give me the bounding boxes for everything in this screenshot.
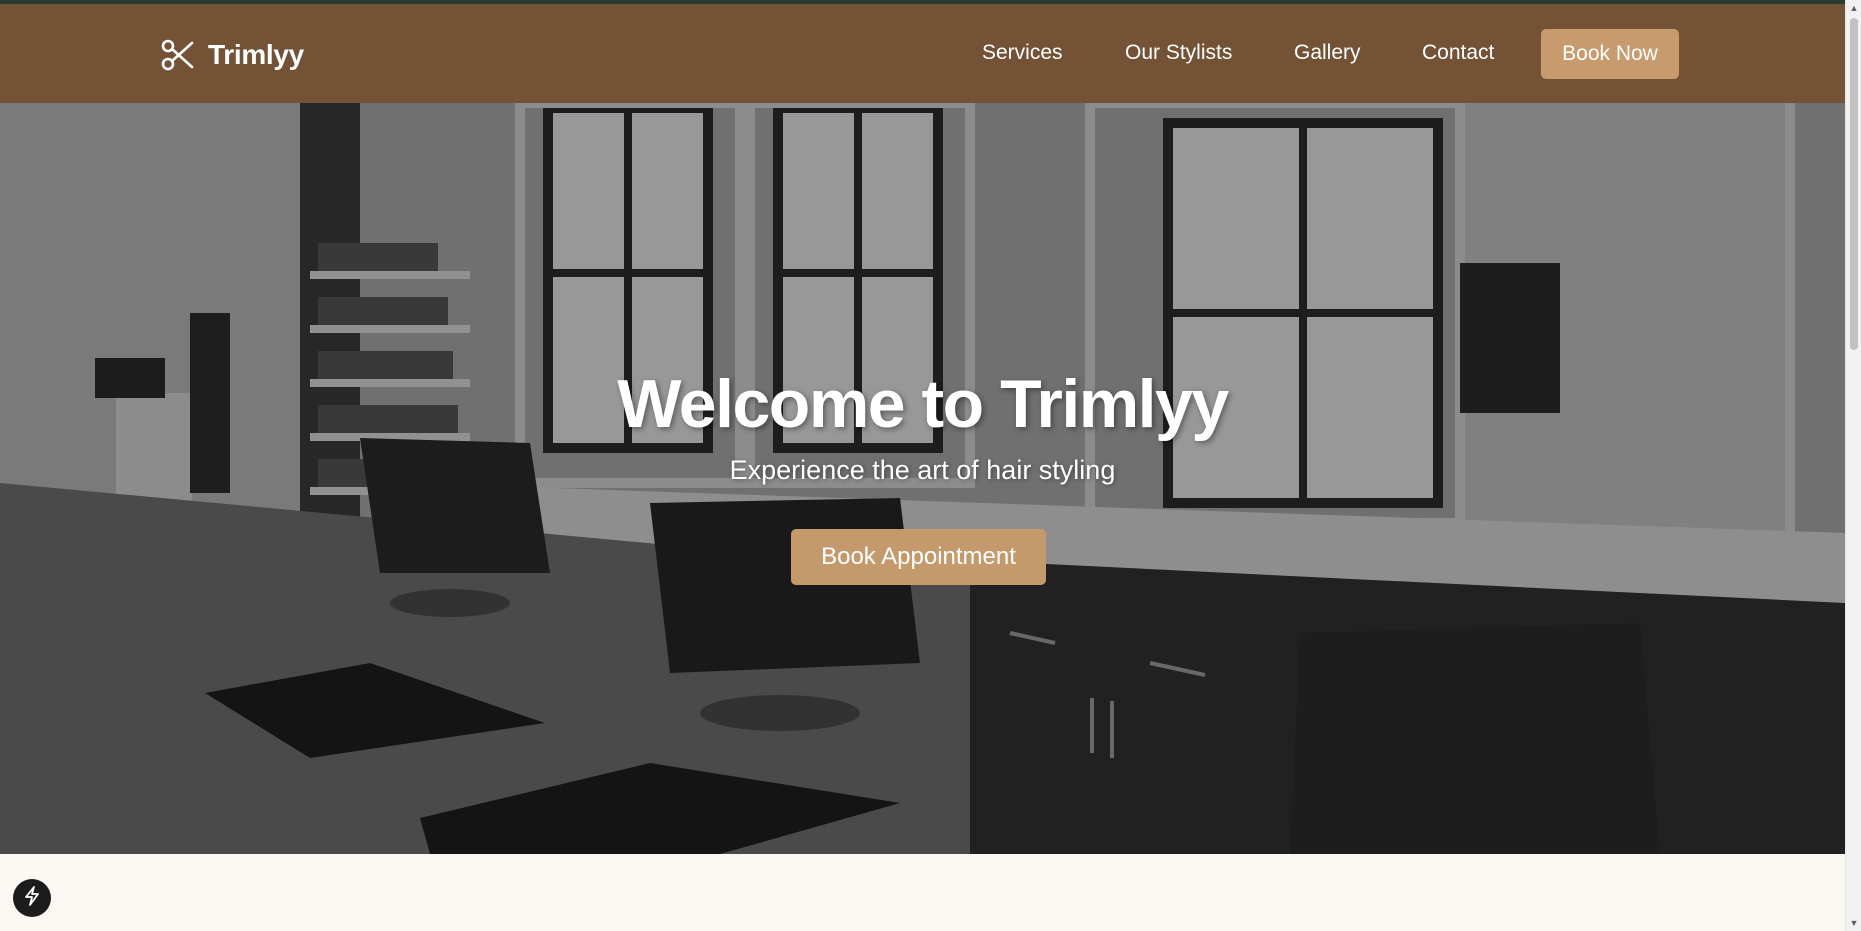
scroll-thumb[interactable] [1850,18,1858,350]
hero-title: Welcome to Trimlyy [617,366,1229,442]
next-section [0,854,1845,931]
hero-section: Welcome to Trimlyy Experience the art of… [0,103,1845,854]
page: Trimlyy Services Our Stylists Gallery Co… [0,0,1861,931]
lightning-icon [23,885,41,911]
main-nav: Services Our Stylists Gallery Contact Bo… [0,4,1845,103]
scroll-up-arrow-icon[interactable]: ▲ [1846,0,1861,16]
book-appointment-button[interactable]: Book Appointment [791,529,1046,585]
nav-link-our-stylists[interactable]: Our Stylists [1125,41,1232,65]
vertical-scrollbar[interactable]: ▲ ▼ [1845,0,1861,931]
floating-action-button[interactable] [13,879,51,917]
scroll-down-arrow-icon[interactable]: ▼ [1846,915,1861,931]
nav-link-gallery[interactable]: Gallery [1294,41,1361,65]
book-now-button[interactable]: Book Now [1541,29,1679,79]
navbar: Trimlyy Services Our Stylists Gallery Co… [0,4,1845,103]
nav-link-contact[interactable]: Contact [1422,41,1494,65]
hero-subtitle: Experience the art of hair styling [729,455,1116,485]
nav-link-services[interactable]: Services [982,41,1063,65]
